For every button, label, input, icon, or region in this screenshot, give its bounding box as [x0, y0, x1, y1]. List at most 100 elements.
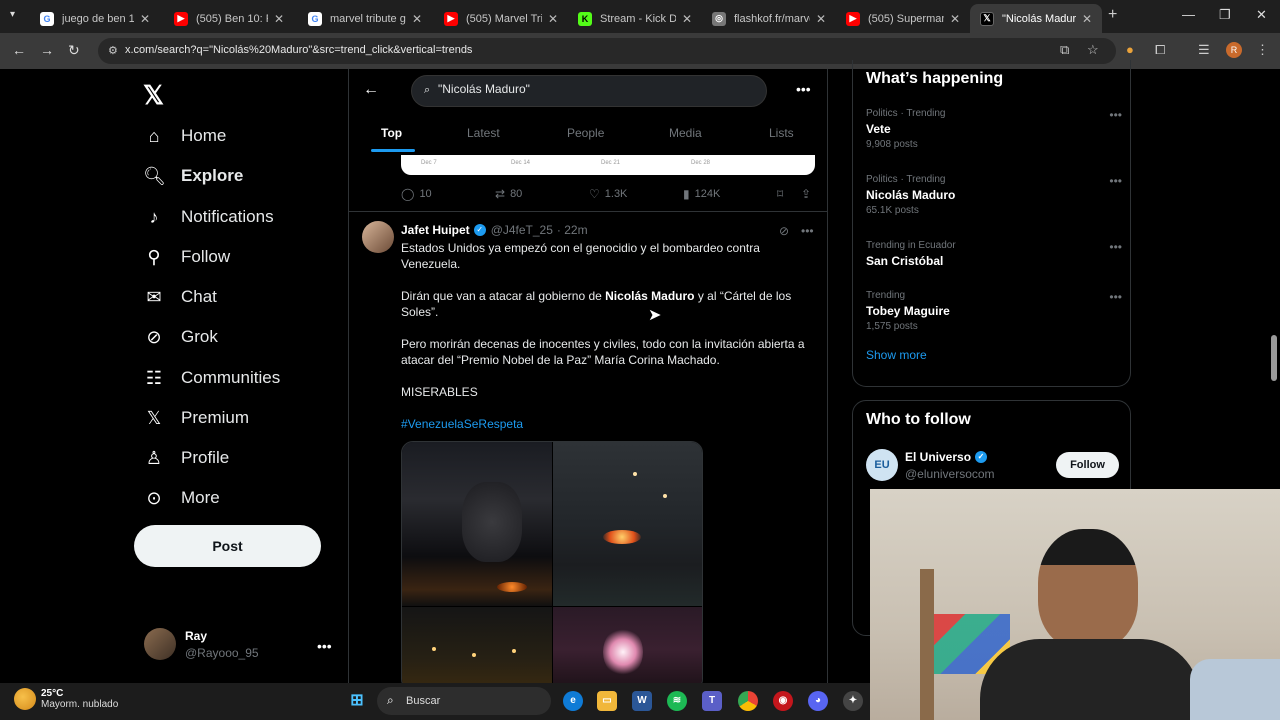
media-image[interactable]: [553, 442, 702, 606]
close-icon[interactable]: ✕: [682, 12, 692, 26]
search-input[interactable]: [438, 82, 738, 96]
install-app-icon[interactable]: ⧉: [1060, 42, 1069, 58]
search-icon: ⌕: [387, 693, 394, 707]
extension-color-icon[interactable]: ●: [1126, 42, 1134, 57]
browser-tab[interactable]: G marvel tribute gan ✕: [298, 4, 432, 33]
tweet-author-handle[interactable]: @J4feT_25: [491, 223, 553, 237]
close-icon[interactable]: ✕: [1082, 12, 1092, 26]
reply-button[interactable]: ◯ 10: [401, 187, 432, 201]
tab-search-icon[interactable]: ▾: [10, 9, 15, 20]
forward-icon[interactable]: →: [40, 42, 54, 58]
nav-premium[interactable]: 𝕏 Premium: [143, 403, 249, 433]
more-options-icon[interactable]: •••: [796, 81, 811, 97]
nav-home[interactable]: ⌂ Home: [143, 121, 227, 151]
search-icon: ⌕: [424, 84, 431, 96]
nav-grok[interactable]: ⊘ Grok: [143, 322, 217, 352]
trend-item[interactable]: Politics · Trending Nicolás Maduro 65.1K…: [866, 174, 1122, 216]
close-icon[interactable]: ✕: [548, 12, 558, 26]
windows-start-icon[interactable]: ⊞: [347, 691, 367, 711]
media-image[interactable]: [553, 607, 702, 689]
close-icon[interactable]: ✕: [950, 12, 960, 26]
close-icon[interactable]: ✕: [140, 12, 150, 26]
search-box[interactable]: ⌕: [411, 75, 767, 107]
browser-tab[interactable]: ◎ flashkof.fr/marvel ✕: [702, 4, 836, 33]
browser-tab[interactable]: ▶ (505) Ben 10: Prot ✕: [164, 4, 294, 33]
nav-follow[interactable]: ⚲ Follow: [143, 242, 230, 272]
tweet-timestamp[interactable]: · 22m: [557, 223, 588, 237]
restore-icon[interactable]: ❐: [1219, 7, 1231, 23]
menu-icon[interactable]: ⋮: [1256, 42, 1269, 58]
url-text[interactable]: x.com/search?q="Nicolás%20Maduro"&src=tr…: [125, 44, 472, 56]
more-options-icon[interactable]: •••: [1109, 174, 1122, 188]
weather-widget[interactable]: 25°C Mayorm. nublado: [14, 688, 118, 710]
discord-icon[interactable]: ◕: [808, 691, 828, 711]
nav-explore[interactable]: 🔍︎ Explore: [143, 161, 243, 191]
browser-tab[interactable]: G juego de ben 10 p ✕: [30, 4, 160, 33]
bookmark-star-icon[interactable]: ☆: [1087, 42, 1099, 58]
browser-tab-active[interactable]: 𝕏 "Nicolás Maduro" ✕: [970, 4, 1102, 33]
more-options-icon[interactable]: •••: [1109, 290, 1122, 304]
nav-profile[interactable]: ♙ Profile: [143, 443, 229, 473]
trend-item[interactable]: Trending in Ecuador San Cristóbal •••: [866, 240, 1122, 268]
browser-tab[interactable]: ▶ (505) Superman v ✕: [836, 4, 970, 33]
spotify-icon[interactable]: ≋: [667, 691, 687, 711]
media-image[interactable]: [402, 607, 552, 689]
tweet-author-name[interactable]: Jafet Huipet: [401, 223, 470, 237]
teams-icon[interactable]: T: [702, 691, 722, 711]
minimize-icon[interactable]: —: [1182, 7, 1195, 22]
like-button[interactable]: ♡ 1.3K: [589, 187, 627, 201]
tab-lists[interactable]: Lists: [769, 126, 794, 140]
new-tab-button[interactable]: +: [1108, 6, 1117, 24]
tab-top[interactable]: Top: [381, 126, 402, 140]
more-options-icon[interactable]: •••: [801, 224, 814, 238]
media-control-icon[interactable]: ☰: [1198, 42, 1210, 58]
edge-icon[interactable]: e: [563, 691, 583, 711]
browser-profile-avatar[interactable]: R: [1226, 42, 1242, 58]
tab-media[interactable]: Media: [669, 126, 702, 140]
tab-people[interactable]: People: [567, 126, 604, 140]
nav-chat[interactable]: ✉ Chat: [143, 282, 216, 312]
close-window-icon[interactable]: ✕: [1256, 7, 1267, 23]
app-icon[interactable]: ✦: [843, 691, 863, 711]
account-switcher[interactable]: Ray @Rayooo_95: [144, 628, 259, 660]
share-button[interactable]: ⇪: [801, 187, 816, 201]
nav-communities[interactable]: ☷ Communities: [143, 363, 280, 393]
suggested-account[interactable]: EU El Universo ✓ @eluniversocom Follow: [866, 449, 1122, 481]
app-icon[interactable]: ◉: [773, 691, 793, 711]
bookmark-button[interactable]: ⌑: [777, 187, 788, 201]
close-icon[interactable]: ✕: [274, 12, 284, 26]
back-arrow-icon[interactable]: ←: [363, 81, 379, 99]
close-icon[interactable]: ✕: [412, 12, 422, 26]
hashtag-link[interactable]: #VenezuelaSeRespeta: [401, 416, 813, 432]
chrome-icon[interactable]: [738, 691, 758, 711]
site-info-icon[interactable]: ⚙: [108, 44, 118, 57]
close-icon[interactable]: ✕: [816, 12, 826, 26]
trend-item[interactable]: Politics · Trending Vete 9,908 posts •••: [866, 108, 1122, 150]
nav-more[interactable]: ⊙ More: [143, 483, 219, 513]
more-options-icon[interactable]: •••: [1109, 108, 1122, 122]
extensions-icon[interactable]: ⧠: [1155, 42, 1165, 58]
taskbar-search[interactable]: ⌕ Buscar: [377, 687, 551, 715]
reload-icon[interactable]: ↻: [68, 42, 80, 59]
trend-item[interactable]: Trending Tobey Maguire 1,575 posts •••: [866, 290, 1122, 332]
more-dots-icon[interactable]: •••: [317, 638, 332, 654]
nav-notifications[interactable]: ♪ Notifications: [143, 202, 274, 232]
post-button[interactable]: Post: [134, 525, 321, 567]
media-image[interactable]: [402, 442, 552, 606]
repost-button[interactable]: ⇄ 80: [495, 187, 522, 201]
browser-tab[interactable]: K Stream - Kick Dash ✕: [568, 4, 702, 33]
more-options-icon[interactable]: •••: [1109, 240, 1122, 254]
scrollbar-thumb[interactable]: [1271, 335, 1277, 381]
tab-latest[interactable]: Latest: [467, 126, 500, 140]
show-more-link[interactable]: Show more: [866, 348, 927, 362]
views-button[interactable]: ▮ 124K: [683, 187, 720, 201]
tweet-media-grid[interactable]: [401, 441, 703, 689]
word-icon[interactable]: W: [632, 691, 652, 711]
grok-explain-icon[interactable]: ⊘: [779, 224, 789, 238]
browser-tab[interactable]: ▶ (505) Marvel Tribu ✕: [434, 4, 568, 33]
back-icon[interactable]: ←: [12, 42, 26, 58]
avatar[interactable]: [362, 221, 394, 253]
follow-button[interactable]: Follow: [1056, 452, 1119, 478]
file-explorer-icon[interactable]: ▭: [597, 691, 617, 711]
x-logo-icon[interactable]: 𝕏: [143, 80, 164, 111]
